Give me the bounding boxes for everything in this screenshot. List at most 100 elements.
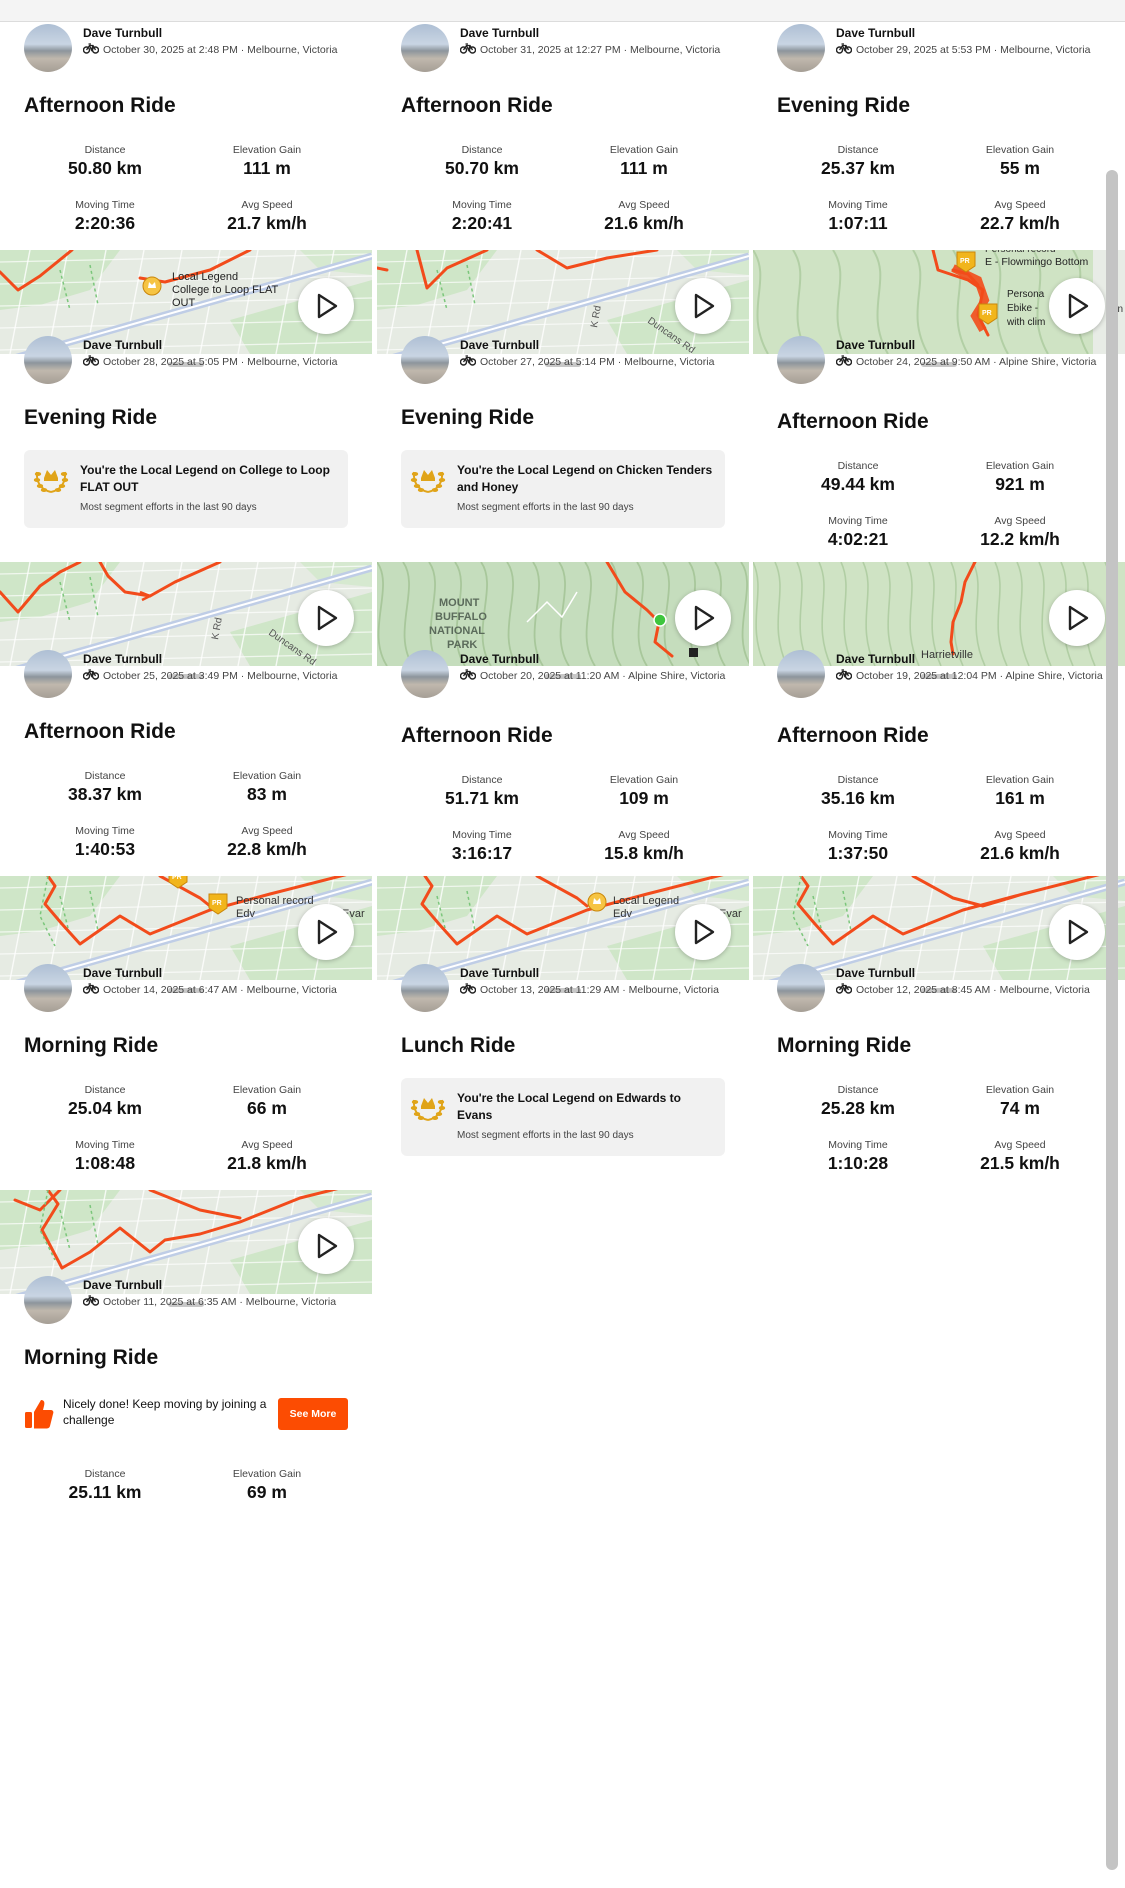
athlete-avatar[interactable]	[24, 964, 72, 1012]
local-legend-banner[interactable]: You're the Local Legend on Chicken Tende…	[401, 450, 725, 528]
play-button[interactable]	[675, 590, 731, 646]
avg-speed-stat: Avg Speed 15.8 km/h	[569, 829, 719, 864]
moving-time-stat-label: Moving Time	[75, 1139, 135, 1151]
map-label: Edv	[236, 908, 255, 920]
distance-stat-value: 25.11 km	[68, 1482, 142, 1502]
distance-stat-label: Distance	[461, 774, 503, 786]
athlete-avatar[interactable]	[777, 964, 825, 1012]
play-button[interactable]	[298, 904, 354, 960]
athlete-name[interactable]: Dave Turnbull	[460, 966, 539, 980]
activity-title[interactable]: Afternoon Ride	[24, 720, 176, 744]
activity-header: Dave Turnbull October 19, 2025 at 12:04 P…	[777, 648, 1117, 700]
local-legend-text: You're the Local Legend on Chicken Tende…	[457, 463, 713, 494]
athlete-name[interactable]: Dave Turnbull	[836, 652, 915, 666]
athlete-name[interactable]: Dave Turnbull	[83, 26, 162, 40]
bike-icon	[460, 355, 476, 366]
activity-title[interactable]: Afternoon Ride	[24, 94, 176, 118]
athlete-avatar[interactable]	[401, 650, 449, 698]
athlete-avatar[interactable]	[24, 650, 72, 698]
laurel-icon	[410, 1098, 446, 1121]
activity-title[interactable]: Morning Ride	[777, 1034, 911, 1058]
elevation-stat-value: 55 m	[1000, 158, 1040, 178]
athlete-avatar[interactable]	[777, 24, 825, 72]
map-label: Persona	[1007, 289, 1045, 300]
bike-icon	[83, 669, 99, 680]
distance-stat-value: 35.16 km	[821, 788, 895, 808]
play-button[interactable]	[298, 1218, 354, 1274]
elevation-stat-value: 83 m	[247, 784, 287, 804]
local-legend-subtext: Most segment efforts in the last 90 days	[457, 1130, 634, 1141]
activity-title[interactable]: Morning Ride	[24, 1346, 158, 1370]
moving-time-stat: Moving Time 2:20:36	[30, 199, 180, 234]
athlete-avatar[interactable]	[401, 24, 449, 72]
athlete-avatar[interactable]	[401, 336, 449, 384]
avg-speed-stat-value: 15.8 km/h	[604, 843, 684, 863]
play-button[interactable]	[298, 278, 354, 334]
bike-icon	[460, 43, 476, 54]
moving-time-stat: Moving Time 1:40:53	[30, 825, 180, 860]
activity-title[interactable]: Afternoon Ride	[401, 94, 553, 118]
activity-title[interactable]: Morning Ride	[24, 1034, 158, 1058]
avg-speed-stat-label: Avg Speed	[618, 199, 670, 211]
athlete-name[interactable]: Dave Turnbull	[460, 338, 539, 352]
activity-title[interactable]: Evening Ride	[777, 94, 910, 118]
athlete-name[interactable]: Dave Turnbull	[836, 966, 915, 980]
avg-speed-stat-label: Avg Speed	[994, 829, 1046, 841]
activity-title[interactable]: Afternoon Ride	[777, 410, 929, 434]
athlete-name[interactable]: Dave Turnbull	[460, 652, 539, 666]
avg-speed-stat: Avg Speed 12.2 km/h	[945, 515, 1095, 550]
elevation-stat: Elevation Gain 55 m	[945, 144, 1095, 179]
activity-header: Dave Turnbull October 24, 2025 at 9:50 AM…	[777, 334, 1117, 386]
play-button[interactable]	[1049, 904, 1105, 960]
play-button[interactable]	[1049, 278, 1105, 334]
activity-header: Dave Turnbull October 11, 2025 at 6:35 AM…	[24, 1274, 364, 1326]
athlete-name[interactable]: Dave Turnbull	[83, 966, 162, 980]
athlete-avatar[interactable]	[24, 24, 72, 72]
local-legend-banner[interactable]: You're the Local Legend on College to Lo…	[24, 450, 348, 528]
athlete-name[interactable]: Dave Turnbull	[836, 338, 915, 352]
athlete-name[interactable]: Dave Turnbull	[83, 338, 162, 352]
athlete-avatar[interactable]	[401, 964, 449, 1012]
distance-stat-value: 51.71 km	[445, 788, 519, 808]
distance-stat-label: Distance	[84, 1084, 126, 1096]
activity-header: Dave Turnbull October 14, 2025 at 6:47 AM…	[24, 962, 364, 1014]
play-button[interactable]	[675, 904, 731, 960]
activity-title[interactable]: Lunch Ride	[401, 1034, 515, 1058]
distance-stat-label: Distance	[837, 774, 879, 786]
thumbs-up-icon	[25, 1400, 54, 1429]
svg-text:PR: PR	[212, 900, 222, 907]
activity-title[interactable]: Afternoon Ride	[401, 724, 553, 748]
athlete-avatar[interactable]	[777, 336, 825, 384]
local-legend-subtext: Most segment efforts in the last 90 days	[80, 502, 257, 513]
distance-stat: Distance 25.11 km	[30, 1468, 180, 1503]
svg-text:PR: PR	[982, 310, 992, 317]
bike-icon	[83, 1295, 99, 1306]
avg-speed-stat-label: Avg Speed	[241, 825, 293, 837]
activity-title[interactable]: Evening Ride	[24, 406, 157, 430]
scrollbar[interactable]	[1106, 170, 1118, 1870]
activity-title[interactable]: Evening Ride	[401, 406, 534, 430]
play-icon	[1068, 919, 1089, 945]
athlete-name[interactable]: Dave Turnbull	[83, 1278, 162, 1292]
play-button[interactable]	[298, 590, 354, 646]
moving-time-stat-label: Moving Time	[828, 515, 888, 527]
elevation-stat-value: 69 m	[247, 1482, 287, 1502]
play-button[interactable]	[1049, 590, 1105, 646]
athlete-avatar[interactable]	[24, 336, 72, 384]
see-more-button[interactable]: See More	[278, 1398, 348, 1430]
play-button[interactable]	[675, 278, 731, 334]
distance-stat-label: Distance	[837, 1084, 879, 1096]
distance-stat: Distance 38.37 km	[30, 770, 180, 805]
athlete-avatar[interactable]	[24, 1276, 72, 1324]
activity-title[interactable]: Afternoon Ride	[777, 724, 929, 748]
avg-speed-stat-value: 22.7 km/h	[980, 213, 1060, 233]
moving-time-stat-value: 1:08:48	[74, 1153, 136, 1173]
local-legend-banner[interactable]: You're the Local Legend on Edwards to Ev…	[401, 1078, 725, 1156]
athlete-name[interactable]: Dave Turnbull	[83, 652, 162, 666]
map-label: College to Loop FLAT	[172, 284, 278, 296]
map-label: Ebike -	[1007, 303, 1038, 314]
athlete-name[interactable]: Dave Turnbull	[460, 26, 539, 40]
avg-speed-stat-value: 21.7 km/h	[227, 213, 307, 233]
athlete-name[interactable]: Dave Turnbull	[836, 26, 915, 40]
athlete-avatar[interactable]	[777, 650, 825, 698]
